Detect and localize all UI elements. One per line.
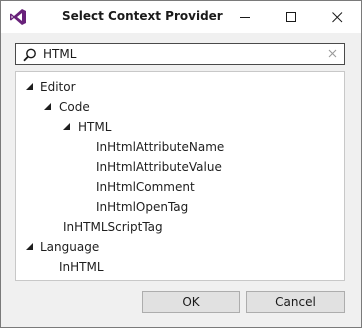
dialog-window: Select Context Provider HTML Editor Code… bbox=[0, 0, 362, 328]
dialog-title: Select Context Provider bbox=[62, 9, 223, 23]
tree-node-label: HTML bbox=[78, 120, 112, 134]
close-button[interactable] bbox=[315, 1, 361, 33]
expanded-triangle-icon[interactable] bbox=[63, 123, 70, 130]
tree-node-label: Editor bbox=[40, 80, 76, 94]
maximize-button[interactable] bbox=[269, 1, 315, 33]
tree-node-label: InHtmlOpenTag bbox=[96, 200, 189, 214]
tree-node-label: InHTMLScriptTag bbox=[63, 220, 163, 234]
title-bar[interactable]: Select Context Provider bbox=[1, 1, 361, 33]
expanded-triangle-icon[interactable] bbox=[44, 103, 51, 110]
cancel-button[interactable]: Cancel bbox=[246, 291, 345, 313]
tree-node-label: InHTML bbox=[59, 260, 104, 274]
ok-button[interactable]: OK bbox=[142, 291, 240, 313]
expanded-triangle-icon[interactable] bbox=[26, 83, 33, 90]
tree-node-label: Code bbox=[59, 100, 90, 114]
minimize-icon bbox=[240, 17, 250, 18]
search-input[interactable]: HTML bbox=[15, 43, 345, 65]
visual-studio-icon bbox=[10, 9, 26, 25]
tree-node-label: InHtmlComment bbox=[96, 180, 195, 194]
tree-node-label: InHtmlAttributeValue bbox=[96, 160, 222, 174]
search-value: HTML bbox=[43, 47, 77, 61]
maximize-icon bbox=[286, 12, 296, 22]
minimize-button[interactable] bbox=[223, 1, 269, 33]
tree-node-label: InHtmlAttributeName bbox=[96, 140, 225, 154]
clear-search-icon[interactable] bbox=[328, 49, 337, 58]
expanded-triangle-icon[interactable] bbox=[26, 243, 33, 250]
tree-node-label: Language bbox=[40, 240, 100, 254]
context-provider-tree[interactable]: Editor Code HTML InHtmlAttributeName InH… bbox=[15, 71, 345, 281]
search-icon bbox=[23, 48, 36, 62]
close-icon bbox=[332, 12, 343, 23]
